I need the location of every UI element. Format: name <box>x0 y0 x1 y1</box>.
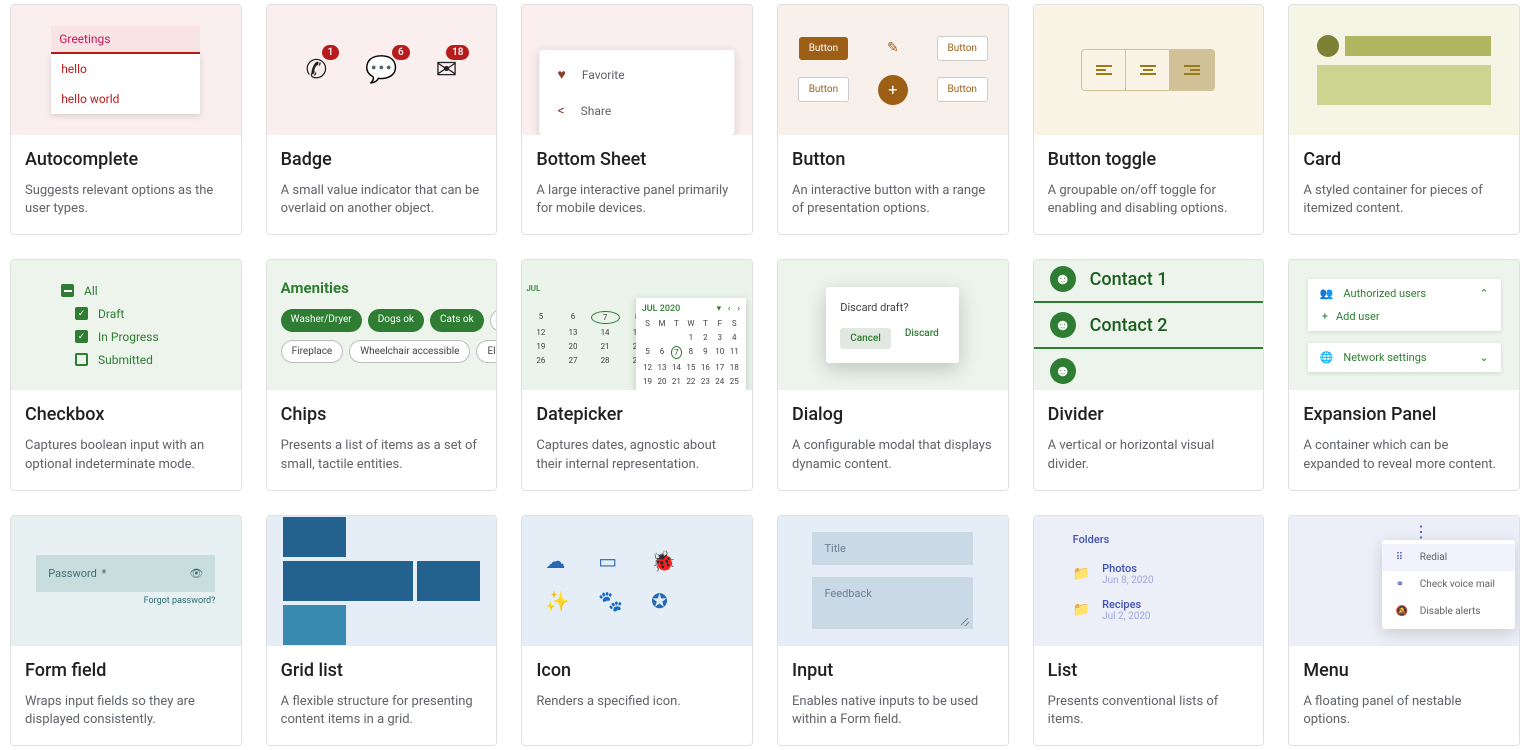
menu-panel: ⠿Redial ⚭Check voice mail 🔕Disable alert… <box>1382 540 1515 629</box>
card-chips[interactable]: Amenities Washer/Dryer Dogs ok Cats ok K… <box>266 259 498 490</box>
visibility-off-icon: 👁 <box>189 567 203 580</box>
card-list[interactable]: Folders 📁PhotosJun 8, 2020 📁RecipesJul 2… <box>1033 515 1265 746</box>
chat-icon: 💬6 <box>365 55 397 85</box>
card-divider[interactable]: ☻Contact 1 ☻Contact 2 ☻ DividerA vertica… <box>1033 259 1265 490</box>
component-grid: Greetings hello hello world Autocomplete… <box>10 4 1520 746</box>
chevron-down-icon: ⌄ <box>1479 351 1488 364</box>
dialog-cancel-button: Cancel <box>840 328 891 349</box>
checkbox-indeterminate-icon <box>61 284 74 297</box>
share-icon: < <box>558 103 565 119</box>
card-desc: Suggests relevant options as the user ty… <box>25 182 227 218</box>
cloud-upload-icon: ☁ <box>545 549 570 573</box>
card-icon[interactable]: ☁ ▭ 🐞 ✨ 🐾 ✪ IconRenders a specified icon… <box>521 515 753 746</box>
chevron-up-icon: ⌃ <box>1479 287 1488 300</box>
dialog-panel: Discard draft? Cancel Discard <box>826 287 959 363</box>
preview-badge: ✆1 💬6 ✉18 <box>267 5 497 135</box>
align-left-icon <box>1082 50 1126 90</box>
notifications-off-icon: 🔕 <box>1396 606 1408 617</box>
card-buttontoggle[interactable]: Button toggleA groupable on/off toggle f… <box>1033 4 1265 235</box>
voicemail-icon: ⚭ <box>1396 579 1408 590</box>
button-outline: Button <box>937 36 988 61</box>
card-gridlist[interactable]: Grid listA flexible structure for presen… <box>266 515 498 746</box>
card-expansion[interactable]: 👥Authorized users⌃ +Add user 🌐Network se… <box>1288 259 1520 490</box>
dialog-discard-button: Discard <box>905 328 939 349</box>
card-datepicker[interactable]: JUL 1234 567891011 12131415161718 192021… <box>521 259 753 490</box>
pets-icon: 🐾 <box>598 589 623 613</box>
card-title: Autocomplete <box>25 149 227 170</box>
title-input: Title <box>812 532 973 565</box>
folder-icon: 📁 <box>1073 566 1090 582</box>
mail-icon: ✉18 <box>436 55 458 85</box>
forgot-password-link: Forgot password? <box>144 596 216 606</box>
checkbox-empty-icon <box>75 353 88 366</box>
align-center-icon <box>1126 50 1170 90</box>
fab-icon: + <box>878 75 908 105</box>
card-button[interactable]: Button ✎ Button Button + Button ButtonAn… <box>777 4 1009 235</box>
grid-preview <box>283 517 481 645</box>
card-card[interactable]: CardA styled container for pieces of ite… <box>1288 4 1520 235</box>
card-badge[interactable]: ✆1 💬6 ✉18 BadgeA small value indicator t… <box>266 4 498 235</box>
card-autocomplete[interactable]: Greetings hello hello world Autocomplete… <box>10 4 242 235</box>
preview-autocomplete: Greetings hello hello world <box>11 5 241 135</box>
bug-icon: 🐞 <box>651 549 676 573</box>
sparkle-icon: ✨ <box>545 589 570 613</box>
heart-icon: ♥ <box>558 66 566 83</box>
phone-icon: ✆1 <box>306 55 328 85</box>
card-checkbox[interactable]: All ✓Draft ✓In Progress Submitted Checkb… <box>10 259 242 490</box>
card-input[interactable]: Title Feedback InputEnables native input… <box>777 515 1009 746</box>
card-dialog[interactable]: Discard draft? Cancel Discard DialogA co… <box>777 259 1009 490</box>
more-vert-icon: ⋮ <box>1413 522 1429 541</box>
pencil-icon: ✎ <box>887 40 899 56</box>
avatar-icon <box>1317 35 1339 57</box>
checkbox-checked-icon: ✓ <box>75 307 88 320</box>
dialpad-icon: ⠿ <box>1396 552 1408 563</box>
verified-icon: ✪ <box>651 589 676 613</box>
people-icon: 👥 <box>1320 287 1334 300</box>
password-field: Password *👁 <box>36 555 215 592</box>
plus-icon: + <box>1322 310 1328 323</box>
card-bottomsheet[interactable]: ♥Favorite <Share Bottom SheetA large int… <box>521 4 753 235</box>
person-icon: ☻ <box>1050 266 1076 292</box>
toggle-group <box>1081 49 1215 91</box>
align-right-icon <box>1170 50 1214 90</box>
cast-icon: ▭ <box>598 549 623 573</box>
card-formfield[interactable]: Password *👁 Forgot password? Form fieldW… <box>10 515 242 746</box>
bottom-sheet-panel: ♥Favorite <Share <box>540 50 735 135</box>
button-raised: Button <box>799 37 848 60</box>
feedback-textarea: Feedback <box>812 577 973 629</box>
card-menu[interactable]: ⋮ ⠿Redial ⚭Check voice mail 🔕Disable ale… <box>1288 515 1520 746</box>
autocomplete-input: Greetings <box>51 26 200 54</box>
globe-icon: 🌐 <box>1320 351 1334 364</box>
